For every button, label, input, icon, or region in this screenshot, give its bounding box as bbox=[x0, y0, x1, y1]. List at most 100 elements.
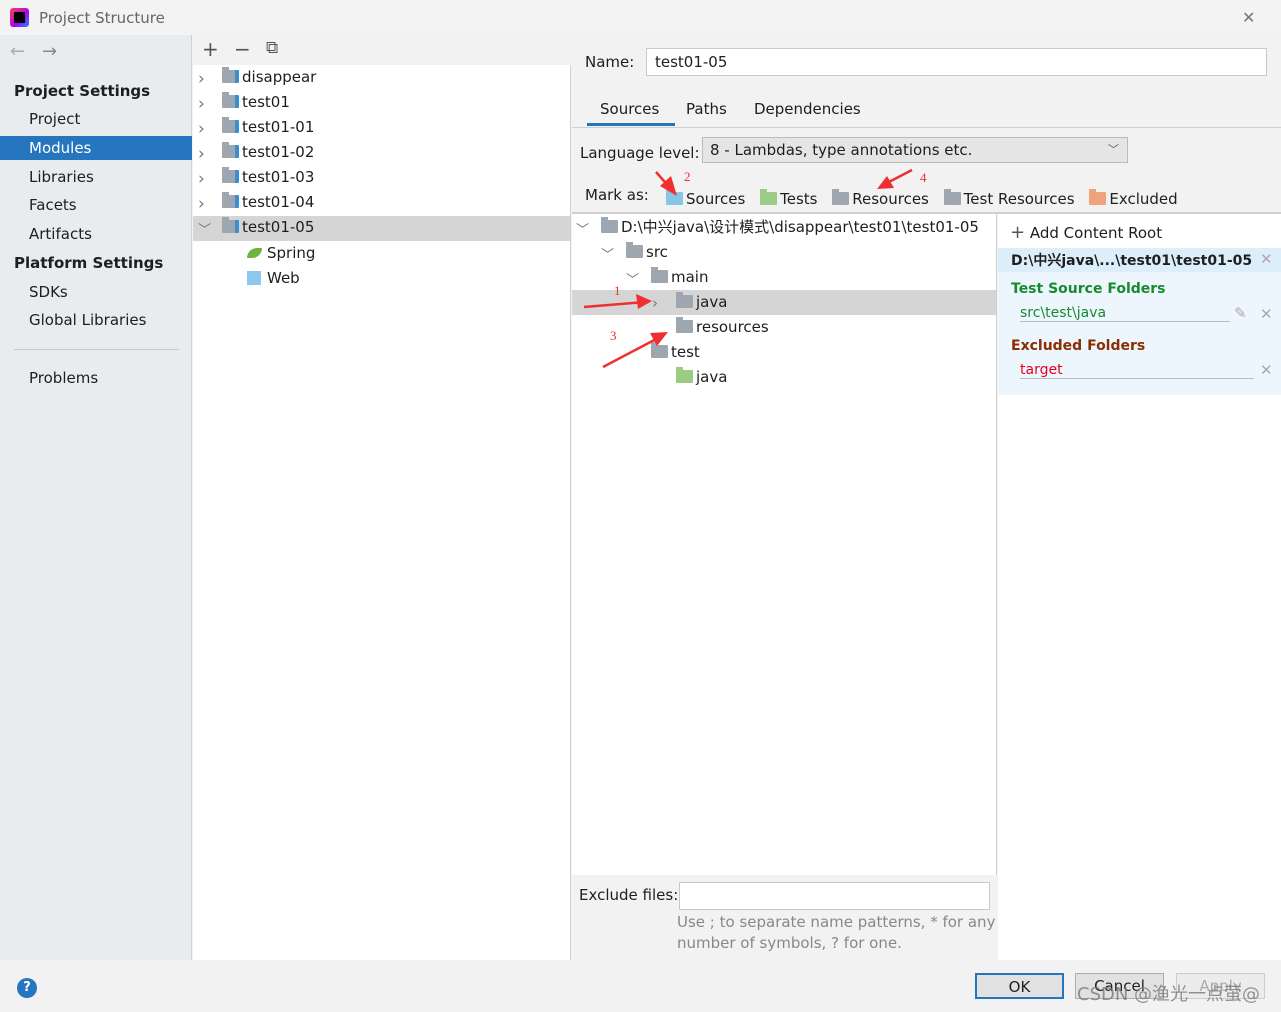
remove-icon[interactable]: ✕ bbox=[1260, 361, 1273, 379]
module-label: test01-02 bbox=[242, 143, 315, 161]
ok-button[interactable]: OK bbox=[975, 973, 1064, 999]
watermark: CSDN @渔光一点萤@ bbox=[1077, 984, 1261, 1005]
remove-icon[interactable]: ✕ bbox=[1260, 305, 1273, 323]
exclude-files-input[interactable] bbox=[679, 882, 990, 910]
module-item[interactable]: test01-03 bbox=[222, 165, 314, 190]
module-folder-icon bbox=[222, 67, 239, 83]
tree-test[interactable]: test bbox=[651, 340, 700, 365]
sources-folder-icon bbox=[666, 189, 683, 205]
title-bar: Project Structure ✕ bbox=[0, 0, 1281, 35]
module-item[interactable]: test01 bbox=[222, 90, 290, 115]
mark-test-resources[interactable]: Test Resources bbox=[943, 189, 1075, 208]
chevron-right-icon[interactable]: › bbox=[198, 169, 205, 189]
module-label: test01-03 bbox=[242, 168, 315, 186]
chevron-down-icon: ﹀ bbox=[1108, 143, 1119, 156]
mark-excluded[interactable]: Excluded bbox=[1089, 189, 1178, 208]
forward-arrow-icon[interactable]: → bbox=[42, 41, 57, 62]
module-folder-icon bbox=[222, 92, 239, 108]
remove-root-icon[interactable]: ✕ bbox=[1260, 250, 1273, 268]
language-level-dropdown[interactable]: 8 - Lambdas, type annotations etc. ﹀ bbox=[702, 137, 1128, 163]
module-label: test01-04 bbox=[242, 193, 315, 211]
sidebar-item-problems[interactable]: Problems bbox=[0, 366, 192, 390]
sidebar-item-artifacts[interactable]: Artifacts bbox=[0, 222, 192, 246]
module-item[interactable]: test01-02 bbox=[222, 140, 314, 165]
language-level-label: Language level: bbox=[580, 144, 700, 162]
add-content-root-button[interactable]: + Add Content Root bbox=[1010, 222, 1162, 243]
modules-toolbar: + − ⧉ bbox=[193, 35, 571, 65]
tab-paths[interactable]: Paths bbox=[686, 100, 727, 118]
chevron-right-icon[interactable]: › bbox=[198, 144, 205, 164]
mark-as-bar: Sources Tests Resources Test Resources E… bbox=[666, 189, 1178, 208]
module-folder-icon bbox=[222, 217, 239, 233]
tree-main-java[interactable]: java bbox=[676, 290, 727, 315]
tree-resources[interactable]: resources bbox=[676, 315, 769, 340]
facet-spring[interactable]: Spring bbox=[247, 241, 315, 266]
module-label: test01-05 bbox=[242, 218, 315, 236]
sidebar-item-modules[interactable]: Modules bbox=[0, 136, 192, 160]
app-icon bbox=[10, 8, 29, 27]
content-root-path: D:\中兴java\...\test01\test01-05 bbox=[1011, 253, 1253, 269]
module-item[interactable]: test01-04 bbox=[222, 190, 314, 215]
module-item[interactable]: test01-05 bbox=[222, 215, 314, 240]
sidebar: ← → Project Settings Project Modules Lib… bbox=[0, 35, 192, 960]
tab-sources[interactable]: Sources bbox=[600, 100, 659, 118]
plus-icon: + bbox=[1010, 222, 1026, 243]
tree-label: resources bbox=[696, 318, 769, 336]
edit-pencil-icon[interactable]: ✎ bbox=[1234, 304, 1247, 322]
sidebar-item-facets[interactable]: Facets bbox=[0, 193, 192, 217]
chevron-right-icon[interactable]: › bbox=[198, 94, 205, 114]
tab-dependencies[interactable]: Dependencies bbox=[754, 100, 861, 118]
copy-icon[interactable]: ⧉ bbox=[266, 38, 278, 58]
tree-src[interactable]: src bbox=[626, 240, 668, 265]
name-input[interactable]: test01-05 bbox=[646, 48, 1267, 76]
chevron-right-icon[interactable]: › bbox=[198, 194, 205, 214]
module-item[interactable]: test01-01 bbox=[222, 115, 314, 140]
test-resources-folder-icon bbox=[943, 189, 961, 205]
excluded-folder: target bbox=[1020, 362, 1254, 379]
tree-test-java[interactable]: java bbox=[676, 365, 727, 390]
project-settings-heading: Project Settings bbox=[14, 82, 151, 100]
module-item[interactable]: disappear bbox=[222, 65, 316, 90]
content-root-panel: + Add Content Root D:\中兴java\...\test01\… bbox=[998, 214, 1281, 960]
active-tab-indicator bbox=[587, 123, 675, 126]
resources-folder-icon bbox=[832, 189, 850, 205]
add-icon[interactable]: + bbox=[202, 37, 219, 61]
spring-leaf-icon bbox=[247, 248, 262, 258]
mark-tests[interactable]: Tests bbox=[760, 189, 817, 208]
test-source-folder: src\test\java bbox=[1020, 305, 1230, 322]
web-icon bbox=[247, 271, 261, 285]
folder-icon bbox=[651, 267, 668, 283]
facet-web[interactable]: Web bbox=[247, 266, 300, 291]
divider bbox=[14, 349, 179, 350]
folder-icon bbox=[601, 217, 618, 233]
facet-label: Web bbox=[267, 269, 300, 287]
chevron-down-icon[interactable]: ﹀ bbox=[198, 219, 211, 238]
sidebar-item-sdks[interactable]: SDKs bbox=[0, 280, 192, 304]
tree-label: D:\中兴java\设计模式\disappear\test01\test01-0… bbox=[621, 218, 979, 236]
help-button[interactable]: ? bbox=[17, 978, 37, 998]
back-arrow-icon[interactable]: ← bbox=[10, 41, 25, 62]
sidebar-item-global-libraries[interactable]: Global Libraries bbox=[0, 308, 192, 332]
remove-icon[interactable]: − bbox=[234, 37, 251, 61]
mark-label: Resources bbox=[852, 190, 929, 208]
module-label: disappear bbox=[242, 68, 317, 86]
mark-as-label: Mark as: bbox=[585, 186, 649, 204]
folder-icon bbox=[626, 242, 643, 258]
folder-icon bbox=[676, 292, 693, 308]
chevron-right-icon[interactable]: › bbox=[198, 119, 205, 139]
chevron-right-icon[interactable]: › bbox=[198, 69, 205, 89]
divider bbox=[572, 127, 1281, 128]
sidebar-item-libraries[interactable]: Libraries bbox=[0, 165, 192, 189]
tree-root[interactable]: D:\中兴java\设计模式\disappear\test01\test01-0… bbox=[601, 215, 979, 240]
name-label: Name: bbox=[585, 53, 635, 71]
mark-sources[interactable]: Sources bbox=[666, 189, 745, 208]
facet-label: Spring bbox=[267, 244, 316, 262]
sidebar-item-project[interactable]: Project bbox=[0, 107, 192, 131]
module-folder-icon bbox=[222, 167, 239, 183]
mark-resources[interactable]: Resources bbox=[832, 189, 929, 208]
platform-settings-heading: Platform Settings bbox=[14, 254, 164, 272]
module-folder-icon bbox=[222, 142, 239, 158]
close-icon[interactable]: ✕ bbox=[1242, 8, 1255, 27]
tree-main[interactable]: main bbox=[651, 265, 708, 290]
content-root-box: D:\中兴java\...\test01\test01-05 ✕ Test So… bbox=[998, 248, 1281, 395]
